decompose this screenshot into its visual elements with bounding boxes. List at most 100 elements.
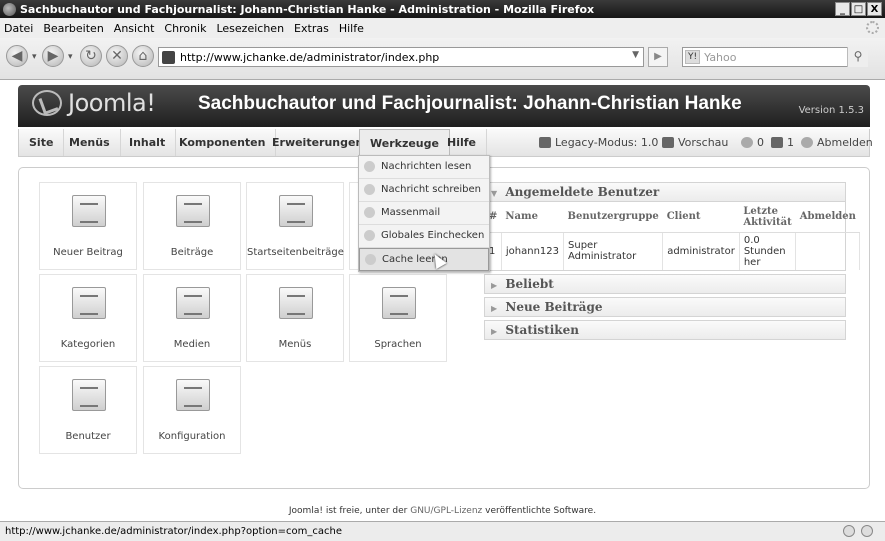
status-url: http://www.jchanke.de/administrator/inde… [5, 526, 342, 537]
cell-name[interactable]: johann123 [501, 232, 565, 270]
search-input[interactable]: Y! Yahoo [682, 47, 868, 67]
cell-logout[interactable] [795, 232, 861, 270]
legacy-icon [539, 137, 551, 148]
werkzeuge-dropdown: Nachrichten lesen Nachricht schreiben Ma… [358, 155, 490, 272]
joomla-logo: Joomla! [32, 89, 156, 117]
cell-last-activity: 0.0 Stunden her [739, 232, 797, 270]
tile-frontpage[interactable]: Startseitenbeiträge [246, 182, 344, 270]
tile-users[interactable]: Benutzer [39, 366, 137, 454]
logged-in-users-body: # Name Benutzergruppe Client Letzte Akti… [484, 202, 861, 271]
legacy-mode: Legacy-Modus: 1.0 [539, 129, 658, 156]
reload-icon[interactable]: ↻ [80, 45, 102, 67]
navigation-toolbar: ◀ ▾ ▶ ▾ ↻ ✕ ⌂ http://www.jchanke.de/admi… [0, 38, 885, 80]
tile-label: Kategorien [60, 339, 116, 350]
tile-new-article[interactable]: Neuer Beitrag [39, 182, 137, 270]
site-favicon-icon [162, 50, 175, 64]
menu-bearbeiten[interactable]: Bearbeiten [43, 22, 103, 35]
throbber-icon [866, 21, 879, 34]
joomla-admin-page: Joomla! Sachbuchautor und Fachjournalist… [0, 81, 885, 521]
back-dropdown-icon[interactable]: ▾ [32, 52, 37, 62]
collapse-arrow-icon: ▼ [491, 189, 498, 198]
tile-label: Beiträge [170, 247, 214, 258]
frontpage-icon [279, 195, 313, 227]
media-icon [176, 287, 210, 319]
pane-title: Beliebt [505, 276, 554, 291]
forward-arrow-icon[interactable]: ▶ [42, 45, 64, 67]
checkmark-icon [364, 230, 375, 241]
info-panes: ▼ Angemeldete Benutzer # Name Benutzergr… [484, 182, 861, 343]
articles-icon [176, 195, 210, 227]
pane-title: Neue Beiträge [505, 299, 603, 314]
tile-categories[interactable]: Kategorien [39, 274, 137, 362]
menu-lesezeichen[interactable]: Lesezeichen [216, 22, 284, 35]
url-dropdown-icon[interactable]: ▼ [632, 50, 639, 60]
preview-label: Vorschau [678, 136, 729, 149]
footer-brand: Joomla! [288, 506, 323, 516]
dropdown-label: Nachricht schreiben [381, 184, 481, 195]
logout-label: Abmelden [817, 136, 873, 149]
pane-statistics[interactable]: ▶ Statistiken [484, 319, 846, 340]
menu-extras[interactable]: Extras [294, 22, 329, 35]
dropdown-global-checkin[interactable]: Globales Einchecken [359, 225, 489, 248]
status-indicator-icon [843, 525, 855, 537]
back-arrow-icon[interactable]: ◀ [6, 45, 28, 67]
window-title: Sachbuchautor und Fachjournalist: Johann… [20, 2, 595, 16]
tile-menus[interactable]: Menüs [246, 274, 344, 362]
home-icon[interactable]: ⌂ [132, 45, 154, 67]
logout-link[interactable]: Abmelden [801, 129, 873, 156]
col-client: Client [662, 202, 740, 233]
tile-media[interactable]: Medien [143, 274, 241, 362]
menu-inhalt[interactable]: Inhalt [119, 129, 177, 156]
dropdown-label: Nachrichten lesen [381, 161, 472, 172]
preview-link[interactable]: Vorschau [662, 129, 728, 156]
tile-configuration[interactable]: Konfiguration [143, 366, 241, 454]
pane-latest-articles[interactable]: ▶ Neue Beiträge [484, 296, 846, 317]
dropdown-clear-cache[interactable]: Cache leeren [359, 248, 489, 271]
menu-ansicht[interactable]: Ansicht [114, 22, 155, 35]
new-article-icon [72, 195, 106, 227]
menu-site[interactable]: Site [19, 129, 65, 156]
menu-hilfe[interactable]: Hilfe [339, 22, 364, 35]
admin-menubar: Site Menüs Inhalt Komponenten Erweiterun… [18, 129, 873, 157]
expand-arrow-icon: ▶ [491, 326, 498, 336]
write-message-icon [364, 184, 375, 195]
forward-dropdown-icon[interactable]: ▾ [68, 52, 73, 62]
admin-header: Joomla! Sachbuchautor und Fachjournalist… [18, 85, 870, 127]
search-icon[interactable]: ⚲ [847, 47, 868, 67]
close-button[interactable]: X [867, 2, 882, 16]
users-icon [771, 137, 783, 148]
menu-menues[interactable]: Menüs [59, 129, 121, 156]
page-footer: Joomla! ist freie, unter der GNU/GPL-Liz… [0, 506, 885, 516]
pane-logged-in-users[interactable]: ▼ Angemeldete Benutzer [484, 182, 846, 202]
tile-languages[interactable]: Sprachen [349, 274, 447, 362]
license-link[interactable]: GNU/GPL-Lizenz [410, 506, 482, 516]
pane-title: Angemeldete Benutzer [505, 185, 660, 199]
dropdown-write-message[interactable]: Nachricht schreiben [359, 179, 489, 202]
messages-link[interactable]: 0 [741, 129, 764, 156]
go-arrow-icon[interactable]: ▶ [648, 47, 668, 67]
dropdown-mass-mail[interactable]: Massenmail [359, 202, 489, 225]
search-engine-icon[interactable]: Y! [685, 50, 701, 64]
expand-arrow-icon: ▶ [491, 280, 498, 290]
menu-erweiterungen[interactable]: Erweiterungen [262, 129, 375, 156]
site-title: Sachbuchautor und Fachjournalist: Johann… [198, 93, 742, 114]
url-bar[interactable]: http://www.jchanke.de/administrator/inde… [158, 47, 644, 67]
cell-client: administrator [662, 232, 740, 270]
users-online-count: 1 [787, 136, 794, 149]
menu-datei[interactable]: Datei [4, 22, 33, 35]
tile-articles[interactable]: Beiträge [143, 182, 241, 270]
tile-label: Menüs [278, 339, 312, 350]
menu-komponenten[interactable]: Komponenten [169, 129, 277, 156]
categories-icon [72, 287, 106, 319]
menu-hilfe[interactable]: Hilfe [437, 129, 487, 156]
maximize-button[interactable]: □ [851, 2, 866, 16]
menu-chronik[interactable]: Chronik [164, 22, 206, 35]
joomla-logo-text: Joomla! [68, 89, 156, 117]
messages-count: 0 [757, 136, 764, 149]
search-placeholder: Yahoo [704, 50, 737, 64]
stop-icon[interactable]: ✕ [106, 45, 128, 67]
logged-in-users-table: # Name Benutzergruppe Client Letzte Akti… [485, 202, 861, 270]
pane-popular[interactable]: ▶ Beliebt [484, 273, 846, 294]
dropdown-read-messages[interactable]: Nachrichten lesen [359, 156, 489, 179]
minimize-button[interactable]: _ [835, 2, 850, 16]
